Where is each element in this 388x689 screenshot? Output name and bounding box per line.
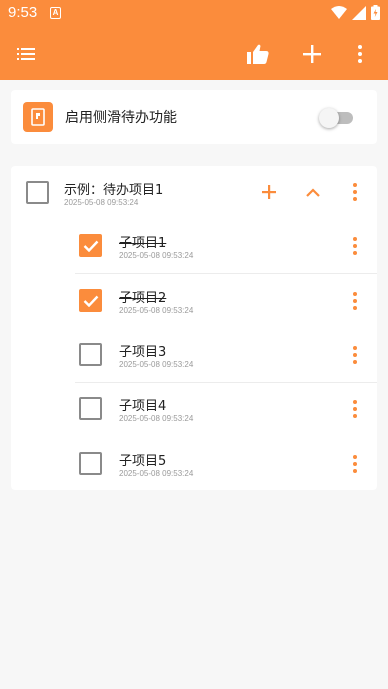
sidebar-todo-icon: [23, 102, 53, 132]
more-vert-icon: [353, 237, 357, 255]
subitem-time: 2025-05-08 09:53:24: [119, 414, 194, 423]
subitem-title: 子项目4: [119, 399, 167, 414]
wifi-icon: [331, 5, 347, 19]
subitem-more-button[interactable]: [343, 289, 367, 313]
app-toolbar: [0, 28, 388, 80]
checkmark-icon: [83, 240, 98, 252]
parent-time: 2025-05-08 09:53:24: [64, 198, 139, 207]
toolbar-more-button[interactable]: [344, 38, 376, 70]
battery-icon: [371, 5, 380, 20]
toggle-thumb: [319, 108, 339, 128]
collapse-button[interactable]: [301, 180, 325, 204]
more-vert-icon: [353, 346, 357, 364]
sidebar-todo-setting-card: 启用侧滑待办功能: [11, 90, 377, 144]
thumbs-up-icon: [247, 44, 269, 64]
feature-label: 启用侧滑待办功能: [65, 110, 177, 126]
a-icon: A: [50, 7, 61, 19]
more-vert-icon: [353, 183, 357, 201]
more-vert-icon: [353, 455, 357, 473]
todo-card: 示例：待办项目1 2025-05-08 09:53:24 子项目1 2025-0…: [11, 166, 377, 490]
subitem-title: 子项目3: [119, 345, 167, 360]
subitem-time: 2025-05-08 09:53:24: [119, 251, 194, 260]
list-menu-button[interactable]: [10, 38, 42, 70]
parent-title: 示例：待办项目1: [64, 183, 164, 198]
more-vert-icon: [353, 400, 357, 418]
more-vert-icon: [353, 292, 357, 310]
subitem-checkbox[interactable]: [79, 397, 102, 420]
thumbs-up-button[interactable]: [242, 38, 274, 70]
subitem-checkbox[interactable]: [79, 343, 102, 366]
more-vert-icon: [358, 45, 362, 63]
subitem-more-button[interactable]: [343, 234, 367, 258]
status-time: 9:53: [8, 4, 38, 21]
subitem-time: 2025-05-08 09:53:24: [119, 360, 194, 369]
subitem-title: 子项目1: [119, 236, 167, 251]
subitem-title: 子项目2: [119, 291, 167, 306]
add-icon: [303, 45, 321, 63]
add-subitem-button[interactable]: [257, 180, 281, 204]
parent-checkbox[interactable]: [26, 181, 49, 204]
subitem-more-button[interactable]: [343, 397, 367, 421]
subitem-checkbox[interactable]: [79, 234, 102, 257]
status-bar: 9:53 A: [0, 0, 388, 28]
subitem-checkbox[interactable]: [79, 289, 102, 312]
parent-more-button[interactable]: [343, 180, 367, 204]
subitem-time: 2025-05-08 09:53:24: [119, 469, 194, 478]
chevron-up-icon: [306, 187, 320, 197]
subitem-time: 2025-05-08 09:53:24: [119, 306, 194, 315]
add-icon: [262, 185, 276, 199]
sidebar-todo-toggle[interactable]: [319, 106, 355, 128]
subitem-more-button[interactable]: [343, 343, 367, 367]
toolbar-add-button[interactable]: [296, 38, 328, 70]
list-menu-icon: [17, 48, 35, 60]
checkmark-icon: [83, 295, 98, 307]
subitem-more-button[interactable]: [343, 452, 367, 476]
divider: [75, 273, 377, 274]
subitem-checkbox[interactable]: [79, 452, 102, 475]
signal-icon: [352, 5, 366, 20]
subitem-title: 子项目5: [119, 454, 167, 469]
divider: [75, 382, 377, 383]
